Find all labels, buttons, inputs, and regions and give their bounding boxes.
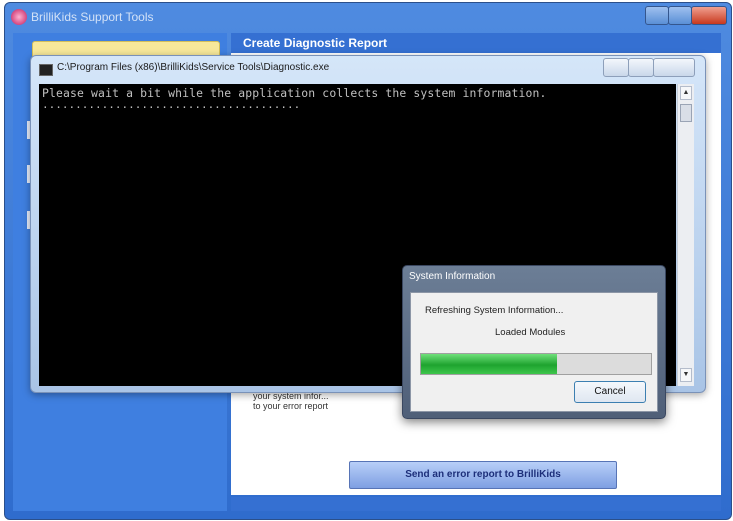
minimize-icon[interactable] [603,58,629,77]
console-title: C:\Program Files (x86)\BrilliKids\Servic… [57,62,330,73]
close-icon[interactable] [691,6,727,25]
scroll-down-icon[interactable]: ▼ [680,368,692,382]
status-text: Refreshing System Information... [425,305,564,316]
bottom-bar [231,497,721,511]
send-error-report-button[interactable]: Send an error report to BrilliKids [349,461,617,489]
main-window-title: BrilliKids Support Tools [31,10,154,24]
main-title-bar[interactable]: BrilliKids Support Tools [5,3,731,31]
app-icon [11,9,27,25]
content-header: Create Diagnostic Report [231,33,721,53]
scroll-up-icon[interactable]: ▲ [680,86,692,100]
scrollbar-thumb[interactable] [680,104,692,122]
maximize-icon[interactable] [628,58,654,77]
dialog-body: Refreshing System Information... Loaded … [410,292,658,412]
progress-bar-fill [421,354,557,374]
close-icon[interactable] [653,58,695,77]
progress-bar [420,353,652,375]
minimize-icon[interactable] [645,6,669,25]
cancel-button[interactable]: Cancel [574,381,646,403]
detail-text: Loaded Modules [495,327,566,338]
console-scrollbar[interactable]: ▲ ▼ [677,84,694,386]
system-information-dialog: System Information Refreshing System Inf… [402,265,666,419]
console-progress-dots: ....................................... [42,98,301,111]
description-text-2: to your error report [253,401,329,411]
console-icon [39,64,53,76]
dialog-title: System Information [409,271,496,282]
maximize-icon[interactable] [668,6,692,25]
